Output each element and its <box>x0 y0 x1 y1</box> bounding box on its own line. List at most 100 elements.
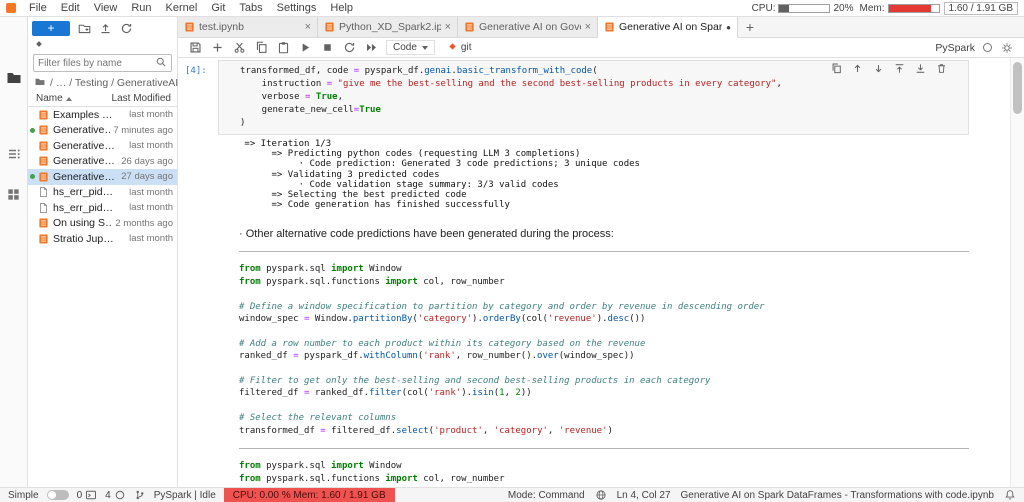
breadcrumb[interactable]: / … / Testing / GenerativeAI / <box>28 74 177 91</box>
mem-usage-bar <box>888 4 940 13</box>
code-line: ) <box>240 117 964 130</box>
mode-indicator[interactable]: Mode: Command <box>508 490 585 501</box>
close-icon[interactable]: × <box>305 21 311 33</box>
close-icon[interactable]: × <box>445 21 451 33</box>
tab-3[interactable]: Generative AI on Governan× <box>458 17 598 37</box>
tab-1[interactable]: test.ipynb× <box>178 17 318 37</box>
file-row[interactable]: hs_err_pid…last month <box>28 200 177 216</box>
breadcrumb-path[interactable]: / … / Testing / GenerativeAI / <box>50 77 184 89</box>
sort-ascending-icon <box>66 97 72 101</box>
bell-icon[interactable] <box>1004 489 1016 501</box>
file-modified: 2 months ago <box>115 218 173 229</box>
search-icon <box>155 56 167 71</box>
new-launcher-button[interactable]: + <box>32 21 70 36</box>
file-row[interactable]: Generative…last month <box>28 138 177 154</box>
cell-type-dropdown[interactable]: Code <box>386 40 435 55</box>
restart-kernel-icon[interactable] <box>342 41 356 55</box>
file-name: hs_err_pid… <box>53 186 126 198</box>
table-of-contents-icon[interactable] <box>0 143 28 165</box>
file-row[interactable]: Examples …last month <box>28 107 177 123</box>
code-line <box>239 288 969 300</box>
move-cell-down-icon[interactable] <box>872 62 884 74</box>
move-cell-up-icon[interactable] <box>851 62 863 74</box>
menu-item-help[interactable]: Help <box>323 1 360 15</box>
notebook-icon <box>38 124 50 136</box>
terminals-status[interactable]: 0 <box>77 489 98 501</box>
kernel-status-text[interactable]: PySpark | Idle <box>154 490 216 501</box>
notebook-content: [4]: <box>178 58 1010 487</box>
git-toolbar-button[interactable]: git <box>447 41 472 55</box>
paste-icon[interactable] <box>276 41 290 55</box>
terminals-count: 0 <box>77 490 83 501</box>
modified-column-header[interactable]: Last Modified <box>112 93 171 104</box>
insert-cell-icon[interactable] <box>210 41 224 55</box>
insert-cell-below-icon[interactable] <box>914 62 926 74</box>
code-line <box>239 400 969 412</box>
gear-icon[interactable] <box>1000 41 1014 55</box>
notebook-icon <box>324 21 335 33</box>
insert-cell-above-icon[interactable] <box>893 62 905 74</box>
kernel-name[interactable]: PySpark <box>935 42 975 54</box>
code-cell[interactable]: [4]: <box>178 60 1010 485</box>
menu-item-run[interactable]: Run <box>124 1 158 15</box>
git-branch-icon[interactable] <box>134 489 146 501</box>
code-line: from pyspark.sql.functions import col, r… <box>239 473 969 485</box>
file-modified: 7 minutes ago <box>113 125 173 136</box>
run-icon[interactable] <box>298 41 312 55</box>
file-list-header: Name Last Modified <box>28 91 177 107</box>
duplicate-cell-icon[interactable] <box>830 62 842 74</box>
kernels-status[interactable]: 4 <box>105 489 126 501</box>
file-filter[interactable] <box>33 54 172 72</box>
menu-item-file[interactable]: File <box>22 1 54 15</box>
file-modified: last month <box>129 187 173 198</box>
cursor-position[interactable]: Ln 4, Col 27 <box>617 490 671 501</box>
file-name: Stratio Jup… <box>53 233 126 245</box>
execution-prompt: [4]: <box>178 60 218 485</box>
extension-manager-icon[interactable] <box>0 183 28 205</box>
delete-cell-icon[interactable] <box>935 62 947 74</box>
copy-icon[interactable] <box>254 41 268 55</box>
menu-item-settings[interactable]: Settings <box>270 1 324 15</box>
menu-item-tabs[interactable]: Tabs <box>232 1 269 15</box>
tab-2[interactable]: Python_XD_Spark2.ipynb× <box>318 17 458 37</box>
vertical-scrollbar[interactable] <box>1010 58 1024 487</box>
menu-item-kernel[interactable]: Kernel <box>159 1 205 15</box>
new-folder-icon[interactable] <box>78 22 91 35</box>
menu-item-view[interactable]: View <box>87 1 125 15</box>
name-column-header[interactable]: Name <box>36 93 72 104</box>
notebook-icon <box>38 140 50 152</box>
stop-icon[interactable] <box>320 41 334 55</box>
file-row[interactable]: Stratio Jup…last month <box>28 231 177 247</box>
refresh-icon[interactable] <box>120 22 133 35</box>
file-row[interactable]: Generative…27 days ago <box>28 169 177 185</box>
chevron-down-icon <box>422 46 428 50</box>
dirty-indicator[interactable]: ● <box>726 23 731 32</box>
file-browser-icon[interactable] <box>0 67 28 89</box>
file-row[interactable]: Generative…7 minutes ago <box>28 123 177 139</box>
menu-item-git[interactable]: Git <box>204 1 232 15</box>
restart-run-all-icon[interactable] <box>364 41 378 55</box>
upload-icon[interactable] <box>99 22 112 35</box>
menu-item-edit[interactable]: Edit <box>54 1 87 15</box>
file-row[interactable]: hs_err_pid…last month <box>28 185 177 201</box>
code-line: # Define a window specification to parti… <box>239 301 969 313</box>
cut-icon[interactable] <box>232 41 246 55</box>
mem-label: Mem: <box>860 3 885 14</box>
close-icon[interactable]: × <box>585 21 591 33</box>
simple-mode-toggle[interactable] <box>47 490 69 500</box>
save-icon[interactable] <box>188 41 202 55</box>
git-repo-icon[interactable] <box>34 40 44 52</box>
git-label: git <box>461 42 472 53</box>
file-row[interactable]: On using S…2 months ago <box>28 216 177 232</box>
code-line: # Select the relevant columns <box>239 412 969 424</box>
file-row[interactable]: Generative…26 days ago <box>28 154 177 170</box>
code-line: generate_new_cell=True <box>240 104 964 117</box>
name-column-label: Name <box>36 93 63 104</box>
globe-icon[interactable] <box>595 489 607 501</box>
scrollbar-thumb[interactable] <box>1013 62 1022 114</box>
home-folder-icon[interactable] <box>34 76 46 90</box>
alternative-code-block-2: from pyspark.sql import Windowfrom pyspa… <box>218 460 969 485</box>
file-filter-input[interactable] <box>38 58 155 69</box>
add-tab-button[interactable]: + <box>738 17 762 37</box>
tab-4[interactable]: Generative AI on Spark Dat● <box>598 17 738 38</box>
